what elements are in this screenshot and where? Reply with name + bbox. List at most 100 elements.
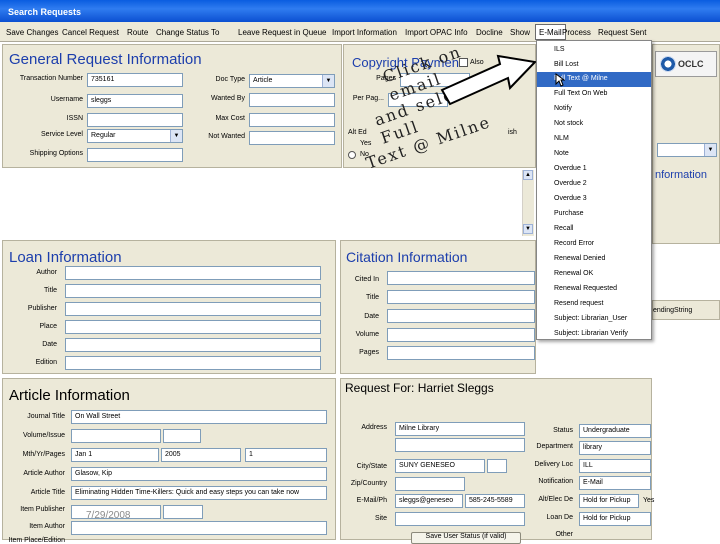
tracking-string-label: endingString	[653, 307, 693, 314]
citation-volume-field[interactable]	[387, 328, 535, 342]
citation-title-field[interactable]	[387, 290, 535, 304]
username-label: Username	[50, 96, 83, 103]
volume-field[interactable]	[71, 429, 161, 443]
email-option-purchase[interactable]: Purchase	[537, 207, 651, 222]
menu-request-sent[interactable]: Request Sent	[598, 28, 646, 37]
ish-label: ish	[508, 129, 517, 136]
citation-date-field[interactable]	[387, 309, 535, 323]
month-field[interactable]: Jan 1	[71, 448, 159, 462]
max-cost-field[interactable]	[249, 113, 335, 127]
department-label: Department	[536, 443, 573, 450]
pages-field[interactable]: 1	[245, 448, 327, 462]
zip-field[interactable]	[395, 477, 465, 491]
doc-type-select[interactable]: Article ▼	[249, 74, 335, 88]
menu-cancel-request[interactable]: Cancel Request	[62, 28, 119, 37]
email-option-renewal-denied[interactable]: Renewal Denied	[537, 252, 651, 267]
loan-author-field[interactable]	[65, 266, 321, 280]
item-publisher-label: Item Publisher	[20, 506, 65, 513]
transaction-number-label: Transaction Number	[19, 75, 83, 82]
menu-save-changes[interactable]: Save Changes	[6, 28, 58, 37]
citation-pages-field[interactable]	[387, 346, 535, 360]
mth-yr-pages-label: Mth/Yr/Pages	[22, 451, 65, 458]
site-field[interactable]	[395, 512, 525, 526]
item-publisher-extra-field[interactable]	[163, 505, 203, 519]
email-option-overdue-2[interactable]: Overdue 2	[537, 177, 651, 192]
email-phone-label: E-Mail/Ph	[356, 497, 387, 504]
loan-publisher-field[interactable]	[65, 302, 321, 316]
email-option-not-stock[interactable]: Not stock	[537, 117, 651, 132]
email-option-overdue-3[interactable]: Overdue 3	[537, 192, 651, 207]
email-option-resend-request[interactable]: Resend request	[537, 297, 651, 312]
loan-delivery-field[interactable]: Hold for Pickup	[579, 512, 651, 526]
right-select[interactable]: ▼	[657, 143, 717, 157]
alt-ed-no-radio[interactable]	[348, 151, 356, 159]
email-option-note[interactable]: Note	[537, 147, 651, 162]
shipping-options-label: Shipping Options	[29, 150, 83, 157]
menu-route[interactable]: Route	[127, 28, 148, 37]
year-field[interactable]: 2005	[161, 448, 241, 462]
alt-elec-delivery-field[interactable]: Hold for Pickup	[579, 494, 639, 508]
email-option-ils[interactable]: ILS	[537, 43, 651, 58]
scroll-down-icon[interactable]: ▼	[523, 224, 533, 234]
email-option-overdue-1[interactable]: Overdue 1	[537, 162, 651, 177]
right-side-panel: OCLC ▼ nformation	[652, 44, 720, 244]
state-field[interactable]	[487, 459, 507, 473]
issue-field[interactable]	[163, 429, 201, 443]
journal-title-field[interactable]: On Wall Street	[71, 410, 327, 424]
email-option-renewal-requested[interactable]: Renewal Requested	[537, 282, 651, 297]
menu-change-status[interactable]: Change Status To	[156, 28, 219, 37]
email-option-subject-librarian-user[interactable]: Subject: Librarian_User	[537, 312, 651, 327]
volume-issue-label: Volume/Issue	[22, 432, 65, 439]
transaction-number-field[interactable]: 735161	[87, 73, 183, 87]
service-level-select[interactable]: Regular ▼	[87, 129, 183, 143]
menu-import-information[interactable]: Import Information	[332, 28, 397, 37]
upper-scrollbar[interactable]: ▲ ▼	[522, 170, 534, 236]
cited-in-field[interactable]	[387, 271, 535, 285]
email-option-full-text-web[interactable]: Full Text On Web	[537, 87, 651, 102]
wanted-by-field[interactable]	[249, 93, 335, 107]
status-field[interactable]: Undergraduate	[579, 424, 651, 438]
menu-process[interactable]: Process	[562, 28, 591, 37]
address-label: Address	[361, 424, 387, 431]
phone-field[interactable]: 585-245-5589	[465, 494, 525, 508]
email-option-subject-librarian-verify[interactable]: Subject: Librarian Verify	[537, 327, 651, 342]
save-user-status-button[interactable]: Save User Status (if valid)	[411, 532, 521, 544]
right-panel-title: nformation	[655, 169, 707, 181]
email-option-nlm[interactable]: NLM	[537, 132, 651, 147]
delivery-loc-field[interactable]: ILL	[579, 459, 651, 473]
menu-import-opac[interactable]: Import OPAC Info	[405, 28, 468, 37]
username-field[interactable]: sleggs	[87, 94, 183, 108]
city-field[interactable]: SUNY GENESEO	[395, 459, 485, 473]
loan-edition-field[interactable]	[65, 356, 321, 370]
site-label: Site	[374, 515, 387, 522]
email-option-bill-lost[interactable]: Bill Lost	[537, 58, 651, 73]
address-2-field[interactable]	[395, 438, 525, 452]
email-option-renewal-ok[interactable]: Renewal OK	[537, 267, 651, 282]
email-option-record-error[interactable]: Record Error	[537, 237, 651, 252]
menu-show[interactable]: Show	[510, 28, 530, 37]
not-wanted-label: Not Wanted	[208, 133, 245, 140]
menu-leave-in-queue[interactable]: Leave Request in Queue	[238, 28, 327, 37]
scroll-up-icon[interactable]: ▲	[523, 170, 533, 180]
general-panel-title: General Request Information	[9, 51, 202, 68]
department-field[interactable]: library	[579, 441, 651, 455]
article-title-field[interactable]: Eliminating Hidden Time-Killers: Quick a…	[71, 486, 327, 500]
notification-field[interactable]: E-Mail	[579, 476, 651, 490]
shipping-options-field[interactable]	[87, 148, 183, 162]
not-wanted-field[interactable]	[249, 131, 335, 145]
email-option-notify[interactable]: Notify	[537, 102, 651, 117]
loan-date-field[interactable]	[65, 338, 321, 352]
article-author-field[interactable]: Glasow, Kip	[71, 467, 327, 481]
loan-title-field[interactable]	[65, 284, 321, 298]
issn-field[interactable]	[87, 113, 183, 127]
address-field[interactable]: Milne Library	[395, 422, 525, 436]
email-field[interactable]: sleggs@geneseo	[395, 494, 463, 508]
loan-edition-label: Edition	[35, 359, 57, 366]
item-author-field[interactable]	[71, 521, 327, 535]
journal-title-label: Journal Title	[27, 413, 65, 420]
loan-place-field[interactable]	[65, 320, 321, 334]
loan-information-panel: Loan Information Author Title Publisher …	[2, 240, 336, 374]
loan-panel-title: Loan Information	[9, 249, 122, 266]
email-option-recall[interactable]: Recall	[537, 222, 651, 237]
oclc-disc-icon	[660, 56, 676, 72]
